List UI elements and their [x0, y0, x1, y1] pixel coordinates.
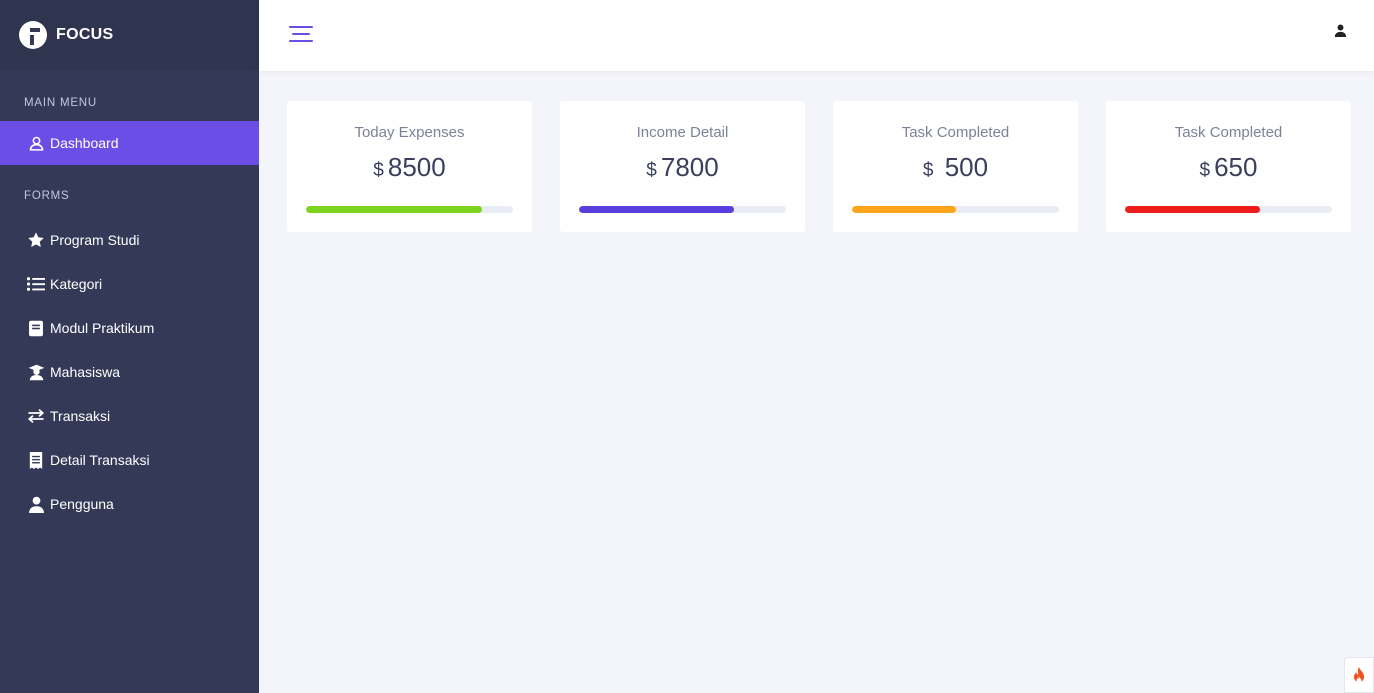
progress-fill: [579, 206, 735, 213]
sidebar-item-program-studi[interactable]: Program Studi: [0, 218, 259, 262]
section-forms: FORMS: [24, 190, 70, 202]
user-outline-icon: [26, 134, 46, 152]
receipt-icon: [26, 451, 46, 469]
star-icon: [26, 231, 46, 249]
stat-card: Task Completed $ 500: [833, 101, 1078, 232]
card-value: $ 8500: [287, 152, 532, 182]
sidebar-item-label: Program Studi: [50, 232, 140, 248]
topbar: [259, 0, 1374, 71]
amount: 7800: [660, 152, 719, 182]
card-value: $ 7800: [560, 152, 805, 182]
stat-card: Income Detail $ 7800: [560, 101, 805, 232]
card-title: Task Completed: [901, 124, 1010, 141]
currency-symbol: $: [646, 160, 657, 181]
fire-icon[interactable]: [1344, 657, 1374, 693]
user-icon: [26, 495, 46, 513]
book-icon: [26, 319, 46, 337]
amount: 8500: [387, 152, 446, 182]
brand-name: FOCUS: [56, 26, 114, 43]
list-icon: [26, 275, 46, 293]
currency-symbol: $: [373, 160, 384, 181]
sidebar-item-kategori[interactable]: Kategori: [0, 262, 259, 306]
sidebar-item-label: Modul Praktikum: [50, 320, 155, 336]
stat-cards: Today Expenses $ 8500 Income Detail $ 78…: [287, 101, 1351, 232]
sidebar: FOCUS MAIN MENU Dashboard FORMS Program …: [0, 0, 259, 693]
progress-bar: [1125, 206, 1332, 213]
sidebar-item-label: Mahasiswa: [50, 364, 121, 380]
sidebar-item-dashboard[interactable]: Dashboard: [0, 121, 259, 165]
focus-logo-icon: [19, 21, 47, 49]
sidebar-item-detail-transaksi[interactable]: Detail Transaksi: [0, 438, 259, 482]
progress-bar: [852, 206, 1059, 213]
sidebar-item-label: Pengguna: [50, 496, 114, 512]
stat-card: Today Expenses $ 8500: [287, 101, 532, 232]
card-title: Income Detail: [636, 124, 729, 141]
sidebar-item-pengguna[interactable]: Pengguna: [0, 482, 259, 526]
sidebar-item-transaksi[interactable]: Transaksi: [0, 394, 259, 438]
user-menu-icon[interactable]: [1334, 24, 1348, 42]
section-main-menu: MAIN MENU: [24, 97, 98, 109]
progress-fill: [852, 206, 956, 213]
card-value: $ 500: [833, 152, 1078, 182]
sidebar-item-modul-praktikum[interactable]: Modul Praktikum: [0, 306, 259, 350]
stat-card: Task Completed $ 650: [1106, 101, 1351, 232]
sidebar-item-mahasiswa[interactable]: Mahasiswa: [0, 350, 259, 394]
currency-symbol: $: [922, 160, 934, 181]
brand[interactable]: FOCUS: [0, 0, 259, 70]
currency-symbol: $: [1199, 160, 1211, 181]
progress-bar: [579, 206, 786, 213]
progress-fill: [306, 206, 482, 213]
graduate-icon: [26, 363, 46, 381]
hamburger-icon[interactable]: [289, 25, 313, 45]
amount: 500: [937, 152, 989, 182]
sidebar-item-label: Dashboard: [50, 135, 119, 151]
exchange-icon: [26, 407, 46, 425]
card-title: Task Completed: [1174, 124, 1283, 141]
card-title: Today Expenses: [354, 124, 465, 141]
progress-fill: [1125, 206, 1260, 213]
sidebar-item-label: Transaksi: [50, 408, 111, 424]
amount: 650: [1214, 152, 1258, 182]
card-value: $ 650: [1106, 152, 1351, 182]
sidebar-item-label: Kategori: [50, 276, 103, 292]
sidebar-item-label: Detail Transaksi: [50, 452, 150, 468]
progress-bar: [306, 206, 513, 213]
